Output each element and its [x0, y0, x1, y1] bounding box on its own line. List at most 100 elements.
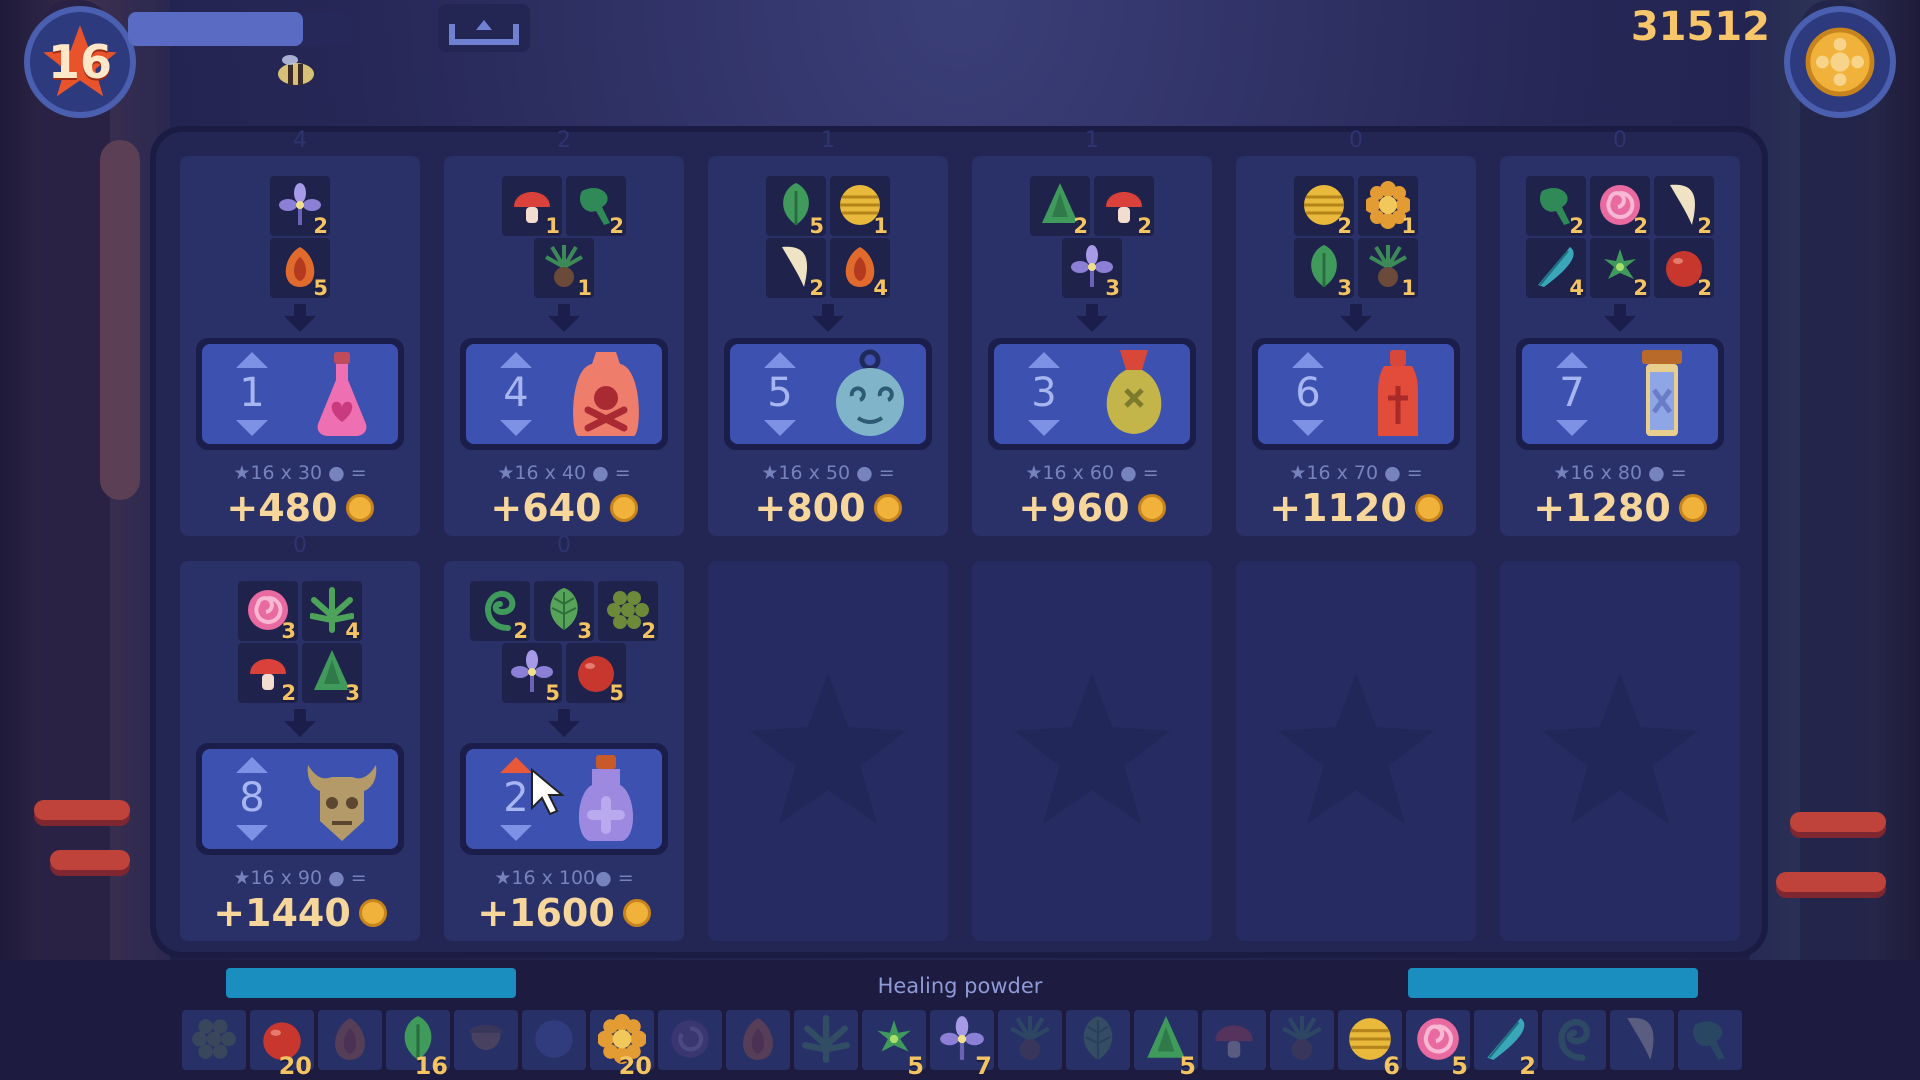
product-box: 4 — [460, 338, 668, 450]
ingredient-slot[interactable]: 2 — [598, 581, 658, 643]
inventory-slot[interactable] — [1066, 1010, 1130, 1070]
mouse-cursor-icon — [531, 768, 565, 816]
ingredient-count: 2 — [1569, 214, 1584, 238]
quantity-up-button[interactable] — [236, 757, 268, 773]
recipe-card[interactable]: 4 2 5 1 ★16 x 30 ● = +480 — [180, 128, 420, 536]
inventory-slot[interactable] — [318, 1010, 382, 1070]
item-tooltip: Healing powder — [877, 974, 1043, 998]
ingredient-slot[interactable]: 2 — [1654, 238, 1714, 300]
quantity-up-button[interactable] — [1292, 352, 1324, 368]
quantity-up-button[interactable] — [1028, 352, 1060, 368]
inventory-slot[interactable] — [454, 1010, 518, 1070]
xp-progress-fill — [128, 12, 303, 46]
ingredient-slot[interactable]: 1 — [534, 238, 594, 300]
inventory-slot[interactable] — [1270, 1010, 1334, 1070]
ingredient-slot[interactable]: 3 — [302, 643, 362, 705]
inventory-slot[interactable]: 20 — [590, 1010, 654, 1080]
ingredient-slot[interactable]: 3 — [238, 581, 298, 643]
ingredient-slot[interactable]: 5 — [502, 643, 562, 705]
ingredient-grid: 2 1 3 1 — [1236, 176, 1476, 300]
ingredient-grid: 1 2 1 — [444, 176, 684, 300]
quantity-down-button[interactable] — [1028, 420, 1060, 436]
recipe-stock-count: 1 — [1085, 128, 1099, 153]
ingredient-slot[interactable]: 2 — [1094, 176, 1154, 238]
inventory-slot[interactable]: 5 — [1134, 1010, 1198, 1080]
quantity-down-button[interactable] — [236, 825, 268, 841]
quantity-down-button[interactable] — [1292, 420, 1324, 436]
ingredient-slot[interactable]: 4 — [302, 581, 362, 643]
quantity-up-button[interactable] — [500, 352, 532, 368]
quantity-up-button[interactable] — [1556, 352, 1588, 368]
inventory-slot[interactable] — [1678, 1010, 1742, 1070]
inventory-slot[interactable] — [1202, 1010, 1266, 1070]
storage-button[interactable] — [438, 4, 530, 52]
ingredient-slot[interactable]: 2 — [566, 176, 626, 238]
inventory-slot[interactable] — [794, 1010, 858, 1070]
ingredient-count: 2 — [1697, 214, 1712, 238]
ingredient-slot[interactable]: 2 — [238, 643, 298, 705]
inventory-slot[interactable] — [998, 1010, 1062, 1070]
quantity-up-button[interactable] — [236, 352, 268, 368]
product-quantity: 1 — [239, 370, 265, 416]
forest-left-backdrop — [0, 0, 170, 1080]
ingredient-slot[interactable]: 2 — [270, 176, 330, 238]
ingredient-slot[interactable]: 3 — [534, 581, 594, 643]
ingredient-slot[interactable]: 5 — [270, 238, 330, 300]
inventory-slot[interactable]: 2 — [1474, 1010, 1538, 1080]
ingredient-slot[interactable]: 1 — [502, 176, 562, 238]
ingredient-slot[interactable]: 2 — [1590, 176, 1650, 238]
quantity-down-button[interactable] — [764, 420, 796, 436]
bee-icon[interactable] — [272, 54, 320, 88]
ingredient-slot[interactable]: 3 — [1062, 238, 1122, 300]
recipe-card[interactable]: 0 2 2 2 4 2 2 7 ★16 x 80 ● = +1280 — [1500, 128, 1740, 536]
ingredient-count: 3 — [577, 619, 592, 643]
quantity-up-button[interactable] — [764, 352, 796, 368]
ingredient-slot[interactable]: 4 — [830, 238, 890, 300]
ingredient-count: 2 — [609, 214, 624, 238]
inventory-slot[interactable] — [726, 1010, 790, 1070]
inventory-slot[interactable]: 5 — [1406, 1010, 1470, 1080]
ingredient-slot[interactable]: 2 — [766, 238, 826, 300]
ingredient-count: 2 — [313, 214, 328, 238]
quantity-down-button[interactable] — [500, 420, 532, 436]
ingredient-slot[interactable]: 1 — [1358, 238, 1418, 300]
inventory-slot[interactable] — [522, 1010, 586, 1070]
inventory-slot[interactable]: 16 — [386, 1010, 450, 1080]
product-box: 6 — [1252, 338, 1460, 450]
ingredient-slot[interactable]: 2 — [1030, 176, 1090, 238]
inventory-slot[interactable] — [1610, 1010, 1674, 1070]
inventory-slot[interactable]: 20 — [250, 1010, 314, 1080]
recipe-card[interactable]: 0 2 1 3 1 6 ★16 x 70 ● = +1120 — [1236, 128, 1476, 536]
recipe-card[interactable]: 2 1 2 1 4 ★16 x 40 ● = +640 — [444, 128, 684, 536]
quantity-down-button[interactable] — [1556, 420, 1588, 436]
inventory-slot[interactable] — [182, 1010, 246, 1070]
quantity-down-button[interactable] — [500, 825, 532, 841]
inventory-slot[interactable]: 7 — [930, 1010, 994, 1080]
coin-icon — [873, 494, 902, 522]
ingredient-slot[interactable]: 5 — [566, 643, 626, 705]
inventory-slot[interactable]: 6 — [1338, 1010, 1402, 1080]
recipe-card[interactable]: 0 2 3 2 5 5 2 ★16 x 100● = +1600 — [444, 533, 684, 941]
recipe-card[interactable]: 1 2 2 3 3 ★16 x 60 ● = +960 — [972, 128, 1212, 536]
recipe-card[interactable]: 0 3 4 2 3 8 ★16 x 90 ● = +1440 — [180, 533, 420, 941]
ingredient-slot[interactable]: 1 — [830, 176, 890, 238]
inventory-slot[interactable] — [1542, 1010, 1606, 1070]
product-panel: 5 — [730, 344, 926, 444]
reward-formula: ★16 x 90 ● = — [233, 867, 367, 889]
quantity-down-button[interactable] — [236, 420, 268, 436]
reward-row: +1280 — [1500, 486, 1740, 530]
ingredient-slot[interactable]: 2 — [1294, 176, 1354, 238]
ingredient-slot[interactable]: 2 — [1590, 238, 1650, 300]
ingredient-slot[interactable]: 1 — [1358, 176, 1418, 238]
ingredient-slot[interactable]: 4 — [1526, 238, 1586, 300]
ingredient-slot[interactable]: 5 — [766, 176, 826, 238]
ingredient-slot[interactable]: 2 — [1654, 176, 1714, 238]
ingredient-slot[interactable]: 3 — [1294, 238, 1354, 300]
ingredient-slot[interactable]: 2 — [470, 581, 530, 643]
inventory-slot[interactable]: 5 — [862, 1010, 926, 1080]
quantity-up-button[interactable] — [500, 757, 532, 773]
inventory-slot[interactable] — [658, 1010, 722, 1070]
coin-badge[interactable] — [1784, 6, 1896, 118]
ingredient-slot[interactable]: 2 — [1526, 176, 1586, 238]
recipe-card[interactable]: 1 5 1 2 4 5 ★16 x 50 ● = +800 — [708, 128, 948, 536]
